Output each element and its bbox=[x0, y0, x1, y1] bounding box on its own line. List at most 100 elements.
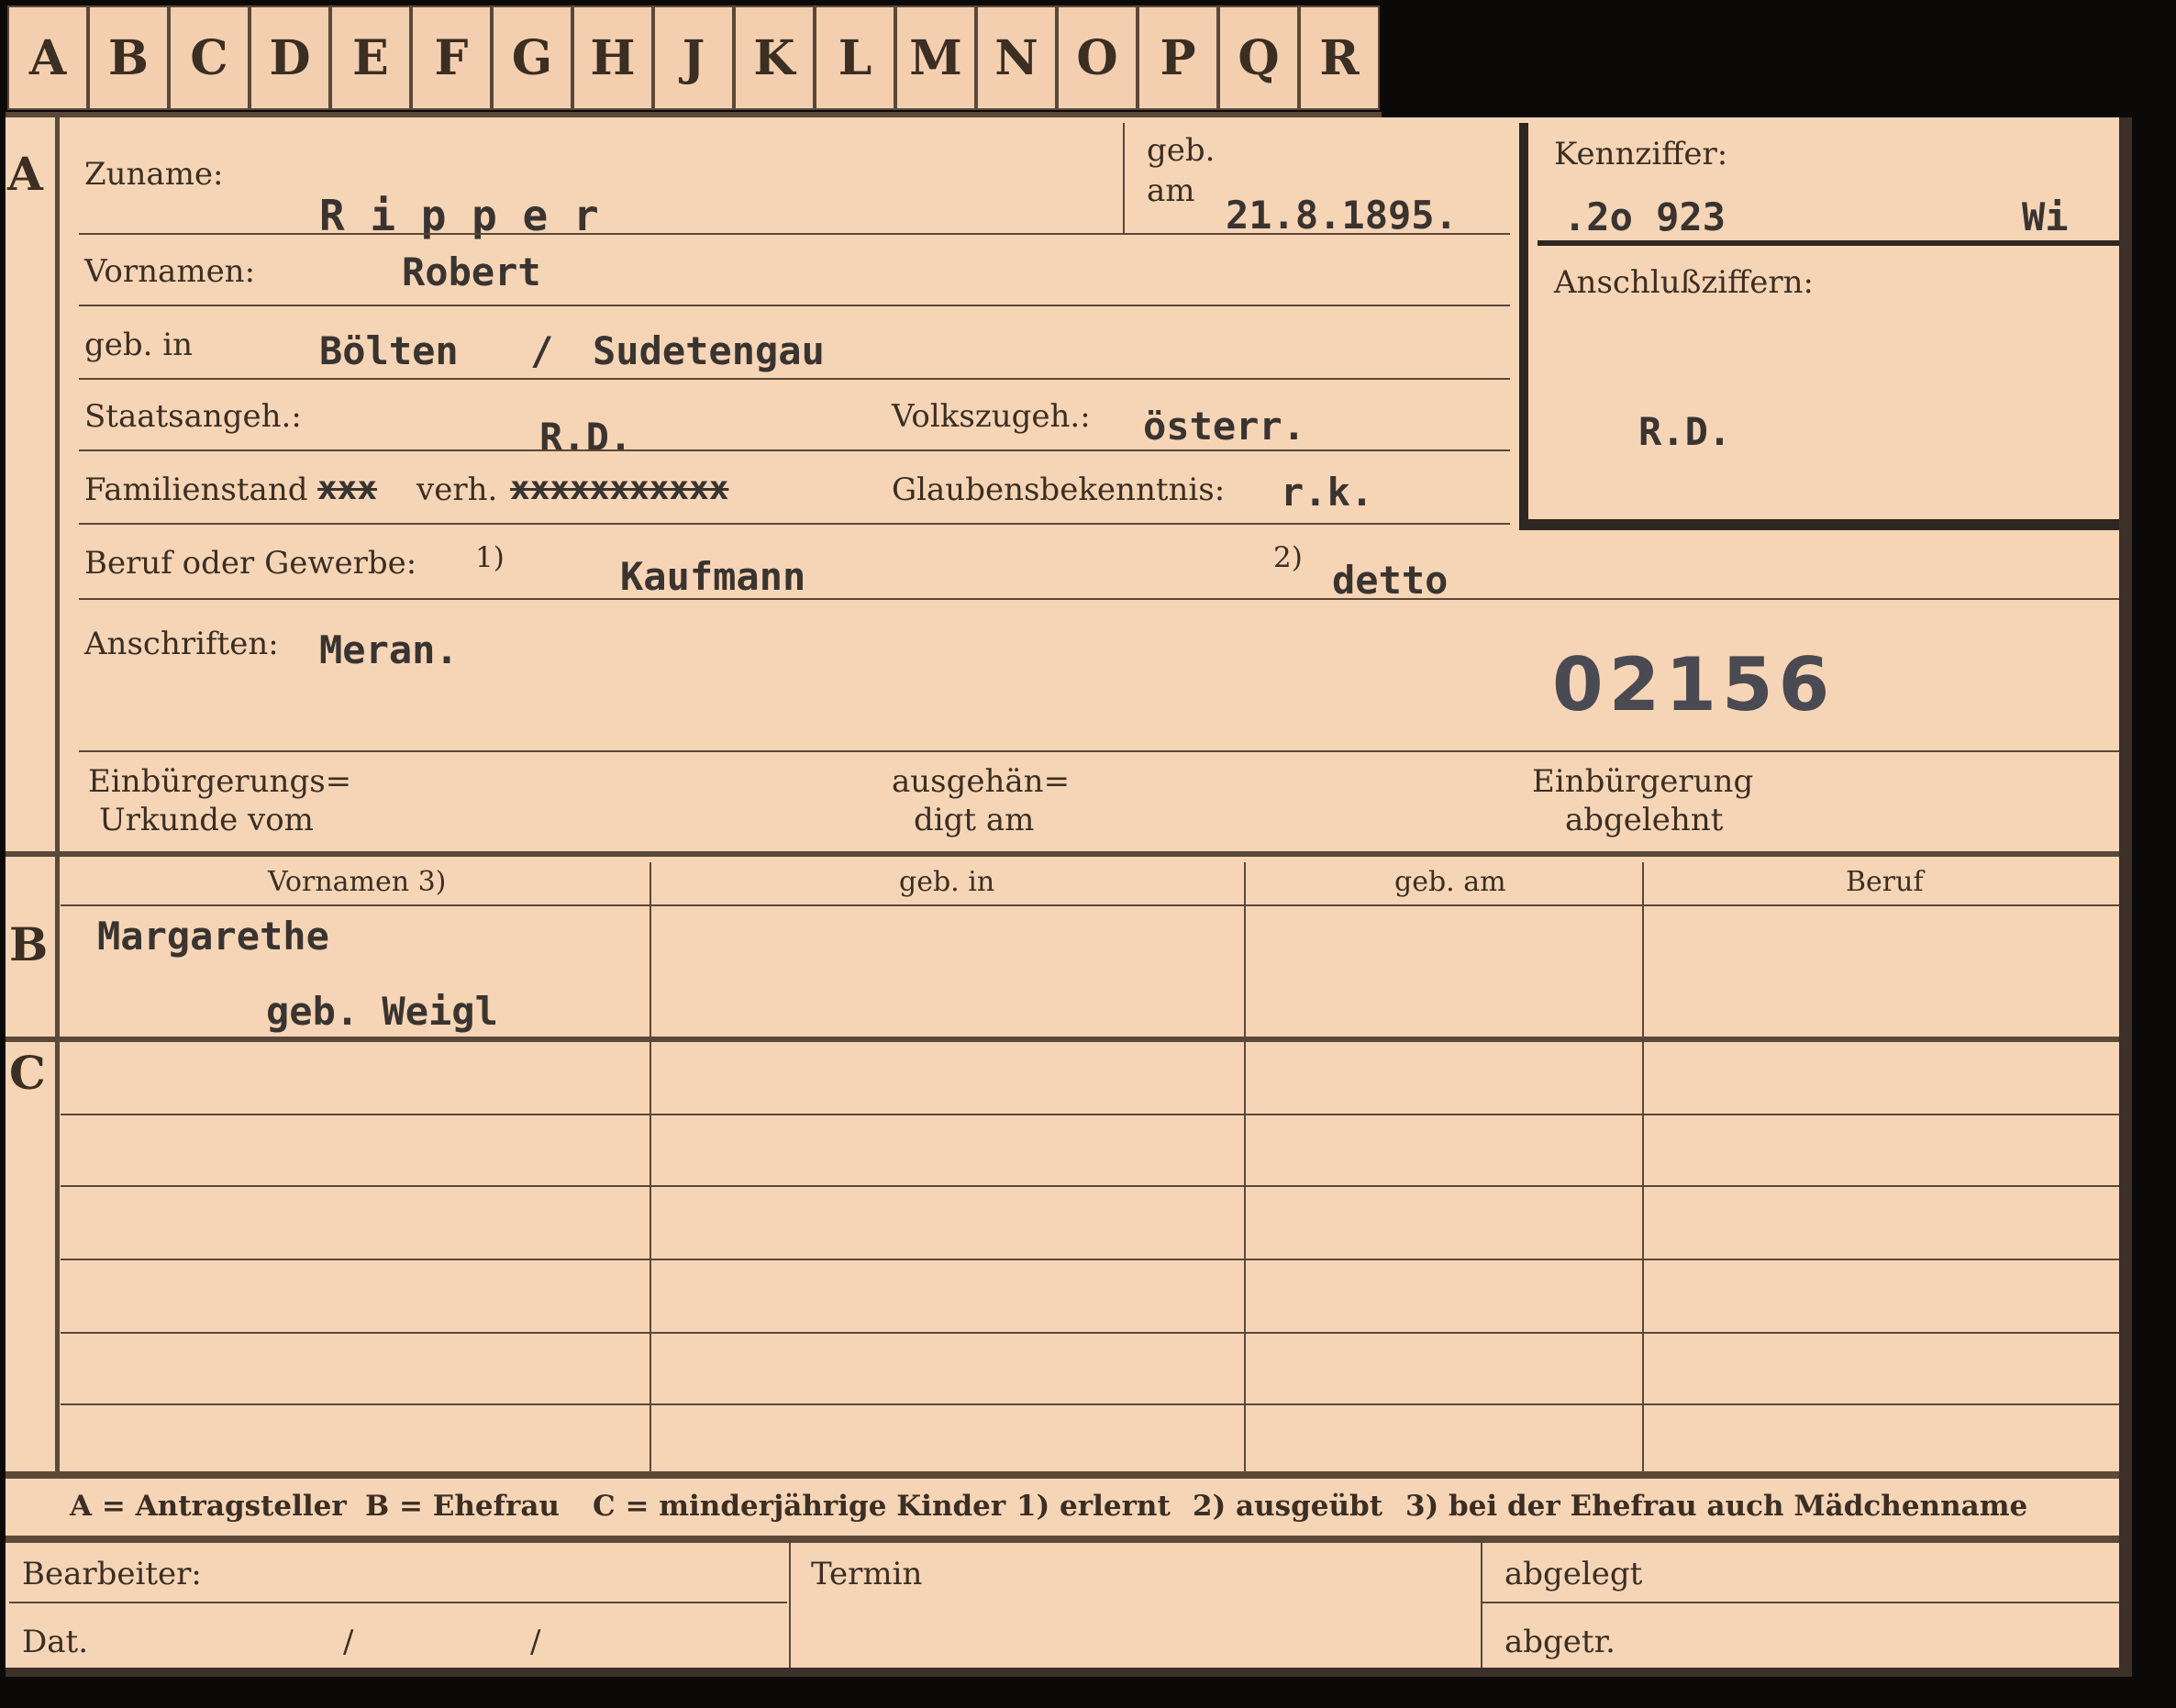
footnote-2-marker: 2) bbox=[1273, 541, 1303, 574]
col-divider bbox=[1642, 862, 1644, 1471]
legend-note-1: 1) erlernt bbox=[1016, 1490, 1171, 1523]
beruf-ausgeuebt-value: detto bbox=[1332, 558, 1449, 603]
familienstand-struck-2: xxxxxxxxxxx bbox=[510, 470, 729, 507]
footer-line bbox=[1482, 1602, 2119, 1603]
table-header-line bbox=[61, 904, 2119, 906]
glaubensbekenntnis-label: Glaubensbekenntnis: bbox=[892, 471, 1226, 508]
alphabet-tab-p: P bbox=[1138, 6, 1218, 110]
einbuergerung-label: Einbürgerung bbox=[1532, 763, 1754, 800]
section-letter-b: B bbox=[9, 917, 49, 971]
geb-am-value: 21.8.1895. bbox=[1226, 193, 1458, 238]
anschriften-label: Anschriften: bbox=[84, 626, 279, 662]
section-letter-a: A bbox=[7, 147, 43, 201]
row-line bbox=[79, 378, 1510, 380]
card-top-edge bbox=[6, 112, 1382, 117]
glaube-value: r.k. bbox=[1281, 470, 1374, 515]
alphabet-tab-c: C bbox=[169, 6, 250, 110]
stamped-number: 02156 bbox=[1552, 642, 1836, 727]
ehefrau-maedchenname-value: geb. Weigl bbox=[266, 989, 498, 1034]
dat-slash-1: / bbox=[343, 1624, 354, 1660]
staatsangeh-label: Staatsangeh.: bbox=[84, 398, 302, 435]
col-header-geb-in: geb. in bbox=[899, 866, 995, 898]
row-line bbox=[79, 523, 1510, 525]
legend-bottom-rule bbox=[6, 1536, 2119, 1543]
section-a-divider bbox=[55, 117, 60, 851]
urkunde-vom-label: Urkunde vom bbox=[99, 802, 314, 838]
legend-note-2: 2) ausgeübt bbox=[1193, 1490, 1383, 1523]
col-header-beruf: Beruf bbox=[1846, 866, 1924, 898]
table-left-divider bbox=[55, 857, 60, 1471]
dat-slash-2: / bbox=[530, 1624, 541, 1660]
alphabet-tab-j: J bbox=[653, 6, 734, 110]
footer-divider bbox=[789, 1543, 791, 1668]
alphabet-tab-f: F bbox=[411, 6, 492, 110]
row-line bbox=[79, 233, 1510, 235]
alphabet-tab-e: E bbox=[330, 6, 411, 110]
alphabet-tab-g: G bbox=[492, 6, 572, 110]
beruf-erlernt-value: Kaufmann bbox=[620, 554, 806, 599]
kennziffer-box-bottom bbox=[1519, 519, 2119, 530]
legend-c: C = minderjährige Kinder bbox=[593, 1490, 1006, 1523]
card-bottom-edge bbox=[6, 1668, 2132, 1677]
volkszugeh-value: österr. bbox=[1143, 404, 1306, 449]
legend-top-rule bbox=[6, 1471, 2119, 1479]
section-letter-c: C bbox=[9, 1046, 46, 1100]
ausgehaen-label: ausgehän= bbox=[892, 763, 1071, 800]
ehefrau-vornamen-value: Margarethe bbox=[97, 914, 329, 959]
alphabet-tab-b: B bbox=[88, 6, 169, 110]
digt-am-label: digt am bbox=[914, 802, 1035, 838]
vornamen-label: Vornamen: bbox=[84, 253, 256, 290]
volkszugeh-label: Volkszugeh.: bbox=[892, 398, 1091, 435]
alphabet-tab-h: H bbox=[572, 6, 653, 110]
card-right-edge bbox=[2119, 117, 2132, 1677]
abgelehnt-label: abgelehnt bbox=[1565, 802, 1724, 838]
geb-label: geb. bbox=[1147, 132, 1216, 169]
kennziffer-box-left bbox=[1519, 123, 1528, 527]
bearbeiter-label: Bearbeiter: bbox=[22, 1556, 202, 1592]
kennziffer-suffix: Wi bbox=[2022, 194, 2069, 239]
col-header-vornamen: Vornamen 3) bbox=[268, 866, 447, 898]
col-header-geb-am: geb. am bbox=[1394, 866, 1506, 898]
table-row-line bbox=[61, 1185, 2119, 1187]
familienstand-label: Familienstand bbox=[84, 471, 308, 508]
col-divider bbox=[649, 862, 651, 1471]
abgelegt-label: abgelegt bbox=[1504, 1556, 1643, 1592]
col-divider bbox=[1244, 862, 1246, 1471]
row-line bbox=[79, 598, 2119, 600]
table-row-line bbox=[61, 1403, 2119, 1405]
footnote-1-marker: 1) bbox=[475, 541, 505, 574]
geb-in-slash: / bbox=[530, 328, 554, 373]
alphabet-tab-o: O bbox=[1057, 6, 1138, 110]
alphabet-tab-strip: ABCDEFGHJKLMNOPQR bbox=[7, 6, 1383, 114]
geb-divider bbox=[1123, 123, 1125, 233]
legend-a: A = Antragsteller bbox=[70, 1490, 347, 1523]
alphabet-tab-k: K bbox=[734, 6, 815, 110]
alphabet-tab-q: Q bbox=[1218, 6, 1299, 110]
table-row-line bbox=[61, 1114, 2119, 1115]
zuname-label: Zuname: bbox=[84, 156, 224, 193]
geb-in-ort-value: Bölten bbox=[319, 328, 459, 373]
anschlussziffern-value: R.D. bbox=[1638, 409, 1732, 454]
kennziffer-label: Kennziffer: bbox=[1554, 136, 1728, 172]
einbuergerungs-label: Einbürgerungs= bbox=[88, 763, 352, 800]
anschriften-value: Meran. bbox=[319, 627, 459, 672]
row-line bbox=[79, 750, 2119, 752]
dat-label: Dat. bbox=[22, 1624, 89, 1660]
legend-note-3: 3) bei der Ehefrau auch Mädchenname bbox=[1405, 1490, 2028, 1523]
verh-label: verh. bbox=[416, 471, 498, 508]
kennziffer-value: .2o 923 bbox=[1563, 194, 1726, 239]
row-line bbox=[79, 305, 1510, 306]
alphabet-tab-l: L bbox=[815, 6, 895, 110]
legend-b: B = Ehefrau bbox=[365, 1490, 560, 1523]
table-row-line bbox=[61, 1259, 2119, 1260]
row-line bbox=[79, 449, 1510, 451]
geb-in-gau-value: Sudetengau bbox=[593, 328, 825, 373]
familienstand-struck-1: xxx bbox=[317, 470, 378, 507]
footer-line bbox=[9, 1602, 787, 1603]
abgetr-label: abgetr. bbox=[1504, 1624, 1615, 1660]
vornamen-value: Robert bbox=[402, 250, 541, 294]
section-bc-divider bbox=[6, 1037, 2119, 1042]
staatsangeh-value: R.D. bbox=[539, 415, 633, 460]
footer-divider bbox=[1481, 1543, 1482, 1668]
section-ab-divider bbox=[6, 851, 2119, 857]
